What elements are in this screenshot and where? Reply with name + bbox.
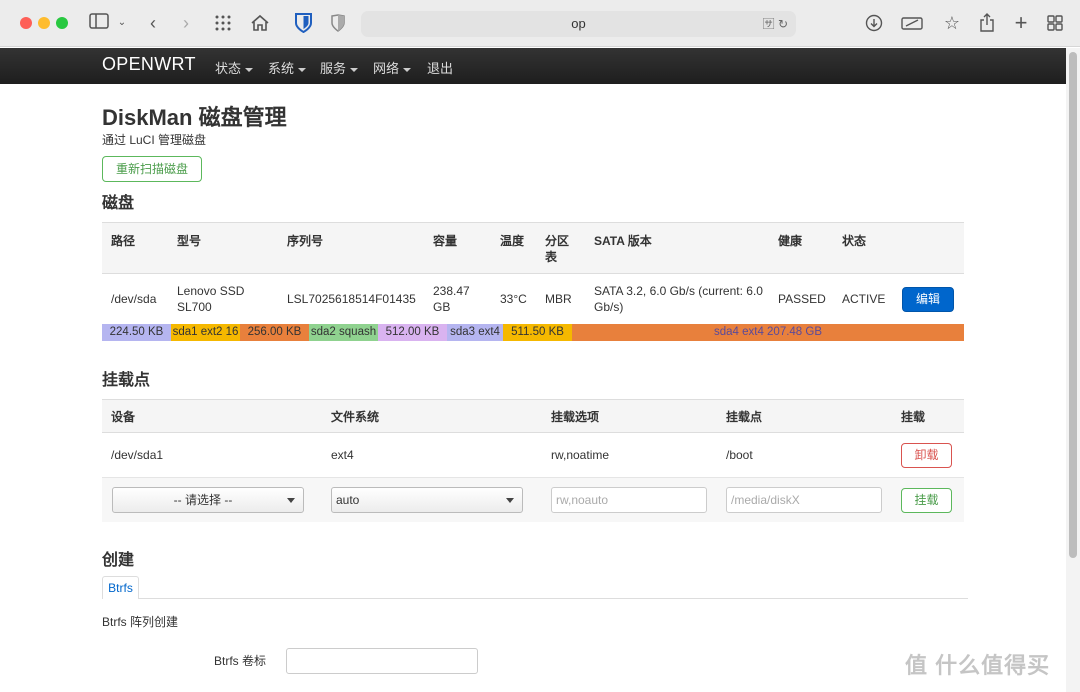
col-mount-options: 挂载选项 [551,410,600,424]
partition-free-3[interactable]: 512.00 KB [378,324,447,341]
disk-serial: LSL7025618514F01435 [287,292,416,306]
col-path: 路径 [111,234,136,248]
partition-sda2[interactable]: sda2 squash [309,324,378,341]
chevron-down-icon [506,498,514,503]
privacy-shield-icon[interactable] [330,11,346,35]
disks-heading: 磁盘 [102,195,135,212]
mounts-heading: 挂载点 [102,372,151,389]
tab-divider [139,598,968,599]
btrfs-volume-input[interactable] [286,648,478,674]
bitwarden-shield-icon[interactable] [295,13,312,34]
brand-logo[interactable]: OPENWRT [102,54,196,75]
nav-network[interactable]: 网络 [373,58,412,77]
mount-filesystem: ext4 [331,448,354,462]
partition-sda3[interactable]: sda3 ext4 [447,324,503,341]
mount-options: rw,noatime [551,448,610,462]
mount-device: /dev/sda1 [111,448,164,462]
col-sata-version: SATA 版本 [594,234,652,248]
chevron-down-icon[interactable]: ⌄ [116,11,128,35]
page-title: DiskMan 磁盘管理 [102,105,287,130]
back-icon[interactable]: ‹ [144,11,162,35]
scrollbar-thumb[interactable] [1069,52,1077,558]
sidebar-icon[interactable] [88,11,110,35]
device-select[interactable]: -- 请选择 -- [112,487,304,513]
chevron-down-icon [287,498,295,503]
page-subtitle: 通过 LuCI 管理磁盘 [102,133,207,147]
address-text: op [571,16,586,31]
unmount-button[interactable]: 卸载 [901,443,952,468]
translate-icon[interactable]: 🈂 [763,17,775,31]
tab-btrfs[interactable]: Btrfs [102,576,139,599]
reader-icon[interactable] [900,11,924,35]
home-icon[interactable] [249,11,271,35]
nav-status[interactable]: 状态 [215,58,254,77]
col-mount-action: 挂载 [901,410,926,424]
filesystem-select[interactable]: auto [331,487,523,513]
nav-system[interactable]: 系统 [268,58,307,77]
minimize-window-button[interactable] [38,17,50,29]
col-device: 设备 [111,410,136,424]
download-icon[interactable] [864,11,884,35]
partition-sda4[interactable]: sda4 ext4 207.48 GB [572,324,964,341]
disk-health: PASSED [778,292,826,306]
col-model: 型号 [177,234,202,248]
btrfs-volume-label: Btrfs 卷标 [214,654,267,668]
mount-point: /boot [726,448,753,462]
zoom-window-button[interactable] [56,17,68,29]
browser-toolbar: ⌄ ‹ › op 🈂 ↻ ☆ + [0,0,1080,47]
nav-services[interactable]: 服务 [320,58,359,77]
filesystem-select-value: auto [336,493,360,507]
disk-model: Lenovo SSD SL700 [177,284,245,314]
watermark: 值 什么值得买 [905,653,1051,678]
nav-services-label: 服务 [320,61,347,76]
openwrt-navbar: OPENWRT 状态 系统 服务 网络 退出 [0,48,1066,84]
partition-sda1[interactable]: sda1 ext2 16 [171,324,240,341]
caret-down-icon [298,67,307,72]
nav-logout[interactable]: 退出 [427,58,453,77]
tab-overview-icon[interactable] [1045,11,1065,35]
mount-point-input[interactable]: /media/diskX [726,487,882,513]
device-select-value: -- 请选择 -- [173,493,233,507]
create-heading: 创建 [102,552,135,569]
star-icon[interactable]: ☆ [942,11,962,35]
caret-down-icon [350,67,359,72]
share-icon[interactable] [977,11,997,35]
col-temp: 温度 [500,234,525,248]
reload-icon[interactable]: ↻ [778,17,788,31]
rescan-disks-button[interactable]: 重新扫描磁盘 [102,156,202,182]
btrfs-section-title: Btrfs 阵列创建 [102,615,179,629]
mounts-table-header [102,399,964,433]
partition-free-4[interactable]: 511.50 KB [503,324,572,341]
address-bar[interactable]: op 🈂 ↻ [361,11,796,37]
col-size: 容量 [433,234,458,248]
mount-options-input[interactable]: rw,noauto [551,487,707,513]
partition-free-2[interactable]: 256.00 KB [240,324,309,341]
new-tab-icon[interactable]: + [1011,11,1031,35]
disks-table-header [102,222,964,274]
disk-partition-table: MBR [545,292,572,306]
col-serial: 序列号 [287,234,324,248]
caret-down-icon [403,67,412,72]
nav-status-label: 状态 [215,61,242,76]
col-health: 健康 [778,234,803,248]
nav-system-label: 系统 [268,61,295,76]
disk-path: /dev/sda [111,292,157,306]
close-window-button[interactable] [20,17,32,29]
disk-temp: 33°C [500,292,527,306]
disk-sata: SATA 3.2, 6.0 Gb/s (current: 6.0 Gb/s) [594,284,763,314]
caret-down-icon [245,67,254,72]
col-partition-table: 分区表 [545,234,570,264]
col-status: 状态 [842,234,867,248]
grid-icon[interactable] [212,11,234,35]
forward-icon[interactable]: › [177,11,195,35]
disk-status: ACTIVE [842,292,886,306]
partition-free-1[interactable]: 224.50 KB [102,324,171,341]
edit-disk-button[interactable]: 编辑 [902,287,954,312]
col-filesystem: 文件系统 [331,410,380,424]
col-mount-point: 挂载点 [726,410,763,424]
mount-button[interactable]: 挂载 [901,488,952,513]
nav-network-label: 网络 [373,61,400,76]
disk-size: 238.47 GB [433,284,470,314]
